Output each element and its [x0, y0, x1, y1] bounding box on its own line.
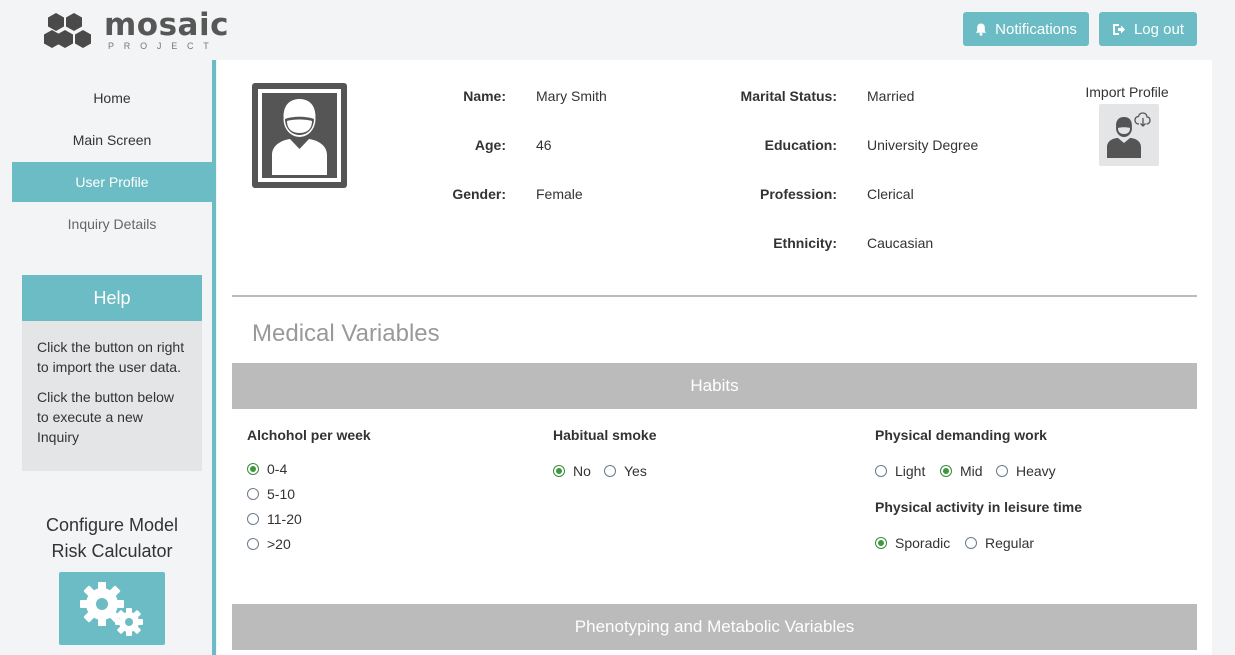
logout-icon: [1112, 23, 1125, 35]
profession-value: Clerical: [867, 186, 914, 202]
notifications-button[interactable]: Notifications: [963, 12, 1089, 46]
profile-divider: [232, 295, 1197, 297]
alcohol-option-11-20[interactable]: 11-20: [247, 511, 302, 527]
sidebar-item-home[interactable]: Home: [12, 78, 212, 118]
user-silhouette-icon: [258, 89, 341, 182]
ethnicity-label: Ethnicity:: [773, 235, 837, 251]
config-title-line2: Risk Calculator: [51, 541, 173, 561]
ethnicity-value: Caucasian: [867, 235, 934, 251]
smoke-option-yes[interactable]: Yes: [604, 463, 647, 479]
education-value: University Degree: [867, 137, 979, 153]
sidebar-nav: Home Main Screen User Profile Inquiry De…: [12, 78, 212, 246]
work-option-heavy[interactable]: Heavy: [996, 463, 1056, 479]
help-body: Click the button on right to import the …: [22, 321, 202, 471]
radio-checked-icon: [875, 537, 887, 549]
logo-name: mosaic: [104, 7, 229, 43]
habits-header[interactable]: Habits: [232, 363, 1197, 409]
sidebar-item-inquiry-details[interactable]: Inquiry Details: [12, 204, 212, 244]
radio-label: Light: [895, 463, 926, 479]
logout-label: Log out: [1133, 20, 1185, 38]
radio-label: Sporadic: [895, 535, 951, 551]
import-profile-button[interactable]: [1099, 104, 1159, 166]
age-label: Age:: [474, 137, 506, 153]
education-label: Education:: [764, 137, 837, 153]
radio-label: Yes: [624, 463, 647, 479]
leisure-option-sporadic[interactable]: Sporadic: [875, 535, 950, 551]
help-text-import: Click the button on right to import the …: [37, 339, 185, 375]
alcohol-option-0-4[interactable]: 0-4: [247, 461, 287, 477]
help-panel: Help Click the button on right to import…: [22, 275, 202, 471]
radio-label: 5-10: [267, 486, 296, 502]
radio-label: >20: [267, 536, 291, 552]
radio-unchecked-icon: [247, 538, 259, 550]
smoke-title: Habitual smoke: [553, 427, 657, 443]
radio-label: No: [573, 463, 591, 479]
radio-label: Mid: [960, 463, 983, 479]
logout-button[interactable]: Log out: [1099, 12, 1197, 46]
phenotyping-header[interactable]: Phenotyping and Metabolic Variables: [232, 604, 1197, 650]
radio-label: Heavy: [1016, 463, 1056, 479]
alcohol-option-over-20[interactable]: >20: [247, 536, 291, 552]
gender-value: Female: [536, 186, 583, 202]
radio-checked-icon: [553, 465, 565, 477]
name-label: Name:: [463, 88, 506, 104]
marital-status-value: Married: [867, 88, 915, 104]
main-content: Name: Mary Smith Age: 46 Gender: Female …: [217, 60, 1212, 655]
age-value: 46: [536, 137, 552, 153]
work-option-mid[interactable]: Mid: [940, 463, 983, 479]
profession-label: Profession:: [759, 186, 837, 202]
name-value: Mary Smith: [536, 88, 607, 104]
logo-subtitle: PROJECT: [108, 41, 219, 51]
radio-unchecked-icon: [965, 537, 977, 549]
gender-label: Gender:: [452, 186, 506, 202]
bell-icon: [975, 23, 987, 36]
radio-label: 0-4: [267, 461, 288, 477]
radio-unchecked-icon: [247, 513, 259, 525]
configure-model-button[interactable]: [59, 572, 165, 645]
config-model-title: Configure Model Risk Calculator: [12, 512, 212, 564]
marital-status-label: Marital Status:: [740, 88, 837, 104]
leisure-option-regular[interactable]: Regular: [965, 535, 1034, 551]
radio-unchecked-icon: [247, 488, 259, 500]
radio-unchecked-icon: [875, 465, 887, 477]
radio-checked-icon: [247, 463, 259, 475]
radio-label: 11-20: [267, 511, 302, 527]
medical-variables-title: Medical Variables: [252, 320, 440, 347]
alcohol-option-5-10[interactable]: 5-10: [247, 486, 295, 502]
help-text-inquiry: Click the button below to execute a new …: [37, 389, 174, 445]
logo: mosaic PROJECT: [44, 10, 229, 51]
hexagon-logo-icon: [44, 12, 91, 48]
sidebar-item-main-screen[interactable]: Main Screen: [12, 120, 212, 160]
radio-checked-icon: [940, 465, 952, 477]
sidebar-divider: [212, 60, 216, 655]
help-title: Help: [22, 275, 202, 321]
sidebar-item-user-profile[interactable]: User Profile: [12, 162, 212, 202]
user-avatar: [252, 83, 347, 188]
leisure-activity-title: Physical activity in leisure time: [875, 499, 1082, 515]
config-title-line1: Configure Model: [45, 515, 179, 535]
radio-unchecked-icon: [604, 465, 616, 477]
gears-icon: [80, 581, 143, 636]
notifications-label: Notifications: [995, 20, 1077, 38]
user-download-icon: [1107, 112, 1151, 158]
smoke-option-no[interactable]: No: [553, 463, 591, 479]
radio-label: Regular: [985, 535, 1035, 551]
work-option-light[interactable]: Light: [875, 463, 925, 479]
import-profile-label: Import Profile: [1085, 84, 1169, 100]
alcohol-title: Alchohol per week: [247, 427, 371, 443]
radio-unchecked-icon: [996, 465, 1008, 477]
physical-work-title: Physical demanding work: [875, 427, 1047, 443]
